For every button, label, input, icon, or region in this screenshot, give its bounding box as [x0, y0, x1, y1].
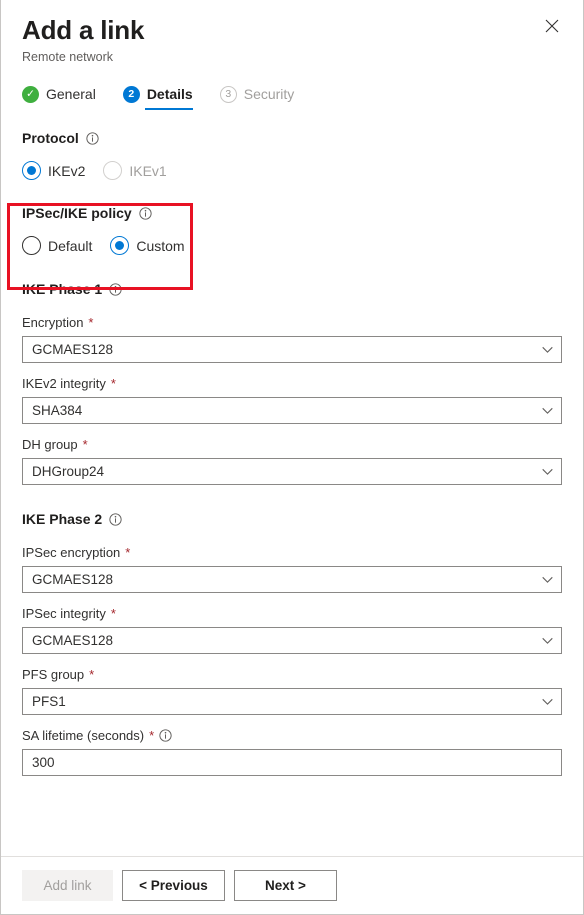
field-ipsec-integrity: IPSec integrity * GCMAES128 — [22, 605, 562, 654]
ike-phase-2-heading-label: IKE Phase 2 — [22, 511, 102, 527]
protocol-heading-label: Protocol — [22, 130, 79, 146]
required-marker: * — [125, 544, 130, 561]
chevron-down-icon — [542, 637, 553, 644]
dropdown-pfs-group[interactable]: PFS1 — [22, 688, 562, 715]
close-icon — [545, 19, 559, 33]
radio-policy-custom-indicator — [110, 236, 129, 255]
chevron-down-icon — [542, 468, 553, 475]
ike-phase-1-heading: IKE Phase 1 — [22, 281, 562, 297]
dropdown-encryption-value: GCMAES128 — [32, 341, 113, 358]
field-sa-lifetime-label-text: SA lifetime (seconds) — [22, 727, 144, 744]
tab-general-check-icon: ✓ — [22, 86, 39, 103]
field-pfs-group-label: PFS group * — [22, 666, 562, 683]
field-ikev2-integrity-label-text: IKEv2 integrity — [22, 375, 106, 392]
chevron-down-icon — [542, 407, 553, 414]
tab-security[interactable]: 3 Security — [220, 85, 295, 110]
previous-button[interactable]: < Previous — [122, 870, 225, 901]
dialog-footer: Add link < Previous Next > — [1, 856, 583, 914]
dropdown-encryption[interactable]: GCMAES128 — [22, 336, 562, 363]
field-pfs-group-label-text: PFS group — [22, 666, 84, 683]
required-marker: * — [111, 605, 116, 622]
field-dh-group-label-text: DH group — [22, 436, 78, 453]
dropdown-dh-group-value: DHGroup24 — [32, 463, 104, 480]
field-ipsec-encryption-label-text: IPSec encryption — [22, 544, 120, 561]
info-icon[interactable] — [159, 729, 172, 742]
chevron-down-icon — [542, 576, 553, 583]
input-sa-lifetime[interactable]: 300 — [22, 749, 562, 776]
field-sa-lifetime-label: SA lifetime (seconds) * — [22, 727, 562, 744]
field-sa-lifetime: SA lifetime (seconds) * 300 — [22, 727, 562, 776]
radio-protocol-ikev1-label: IKEv1 — [129, 162, 166, 180]
dropdown-ipsec-encryption[interactable]: GCMAES128 — [22, 566, 562, 593]
info-icon[interactable] — [86, 132, 99, 145]
input-sa-lifetime-value: 300 — [32, 754, 55, 771]
ipsec-ike-policy-heading-label: IPSec/IKE policy — [22, 205, 132, 221]
required-marker: * — [83, 436, 88, 453]
page-title: Add a link — [22, 14, 562, 46]
dialog-body: Protocol IKEv2 IKEv1 IPSec/IKE policy — [1, 130, 583, 776]
tab-general-label: General — [46, 85, 96, 103]
field-encryption-label: Encryption * — [22, 314, 562, 331]
required-marker: * — [111, 375, 116, 392]
radio-protocol-ikev1-indicator — [103, 161, 122, 180]
dropdown-ikev2-integrity[interactable]: SHA384 — [22, 397, 562, 424]
required-marker: * — [88, 314, 93, 331]
radio-protocol-ikev2[interactable]: IKEv2 — [22, 161, 94, 180]
tab-details[interactable]: 2 Details — [123, 85, 193, 110]
field-ipsec-integrity-label-text: IPSec integrity — [22, 605, 106, 622]
required-marker: * — [149, 727, 154, 744]
dropdown-ipsec-integrity[interactable]: GCMAES128 — [22, 627, 562, 654]
field-encryption: Encryption * GCMAES128 — [22, 314, 562, 363]
field-ikev2-integrity: IKEv2 integrity * SHA384 — [22, 375, 562, 424]
tab-security-label: Security — [244, 85, 295, 103]
field-ipsec-encryption-label: IPSec encryption * — [22, 544, 562, 561]
next-button[interactable]: Next > — [234, 870, 337, 901]
radio-policy-custom[interactable]: Custom — [110, 236, 193, 255]
radio-policy-default-indicator — [22, 236, 41, 255]
field-ipsec-encryption: IPSec encryption * GCMAES128 — [22, 544, 562, 593]
tab-details-label: Details — [147, 85, 193, 103]
info-icon[interactable] — [109, 283, 122, 296]
info-icon[interactable] — [109, 513, 122, 526]
dropdown-dh-group[interactable]: DHGroup24 — [22, 458, 562, 485]
wizard-tabs: ✓ General 2 Details 3 Security — [1, 85, 583, 110]
field-dh-group: DH group * DHGroup24 — [22, 436, 562, 485]
ike-phase-1-heading-label: IKE Phase 1 — [22, 281, 102, 297]
dropdown-ipsec-encryption-value: GCMAES128 — [32, 571, 113, 588]
chevron-down-icon — [542, 698, 553, 705]
dialog-header: Add a link Remote network — [1, 0, 583, 66]
tab-general[interactable]: ✓ General — [22, 85, 96, 110]
protocol-heading: Protocol — [22, 130, 562, 146]
radio-policy-default-label: Default — [48, 237, 92, 255]
ipsec-ike-policy-radio-group: Default Custom — [22, 236, 562, 255]
dropdown-ikev2-integrity-value: SHA384 — [32, 402, 82, 419]
ipsec-ike-policy-heading: IPSec/IKE policy — [22, 205, 562, 221]
tab-security-number-badge: 3 — [220, 86, 237, 103]
add-a-link-dialog: Add a link Remote network ✓ General 2 De… — [0, 0, 584, 915]
dropdown-pfs-group-value: PFS1 — [32, 693, 66, 710]
info-icon[interactable] — [139, 207, 152, 220]
field-encryption-label-text: Encryption — [22, 314, 83, 331]
radio-policy-default[interactable]: Default — [22, 236, 101, 255]
field-ikev2-integrity-label: IKEv2 integrity * — [22, 375, 562, 392]
chevron-down-icon — [542, 346, 553, 353]
protocol-radio-group: IKEv2 IKEv1 — [22, 161, 562, 180]
radio-protocol-ikev2-indicator — [22, 161, 41, 180]
radio-protocol-ikev1: IKEv1 — [103, 161, 175, 180]
radio-protocol-ikev2-label: IKEv2 — [48, 162, 85, 180]
page-subtitle: Remote network — [22, 49, 562, 66]
field-ipsec-integrity-label: IPSec integrity * — [22, 605, 562, 622]
radio-policy-custom-label: Custom — [136, 237, 184, 255]
close-button[interactable] — [538, 12, 566, 40]
field-pfs-group: PFS group * PFS1 — [22, 666, 562, 715]
add-link-button[interactable]: Add link — [22, 870, 113, 901]
field-dh-group-label: DH group * — [22, 436, 562, 453]
required-marker: * — [89, 666, 94, 683]
ike-phase-2-heading: IKE Phase 2 — [22, 511, 562, 527]
dropdown-ipsec-integrity-value: GCMAES128 — [32, 632, 113, 649]
tab-details-number-badge: 2 — [123, 86, 140, 103]
